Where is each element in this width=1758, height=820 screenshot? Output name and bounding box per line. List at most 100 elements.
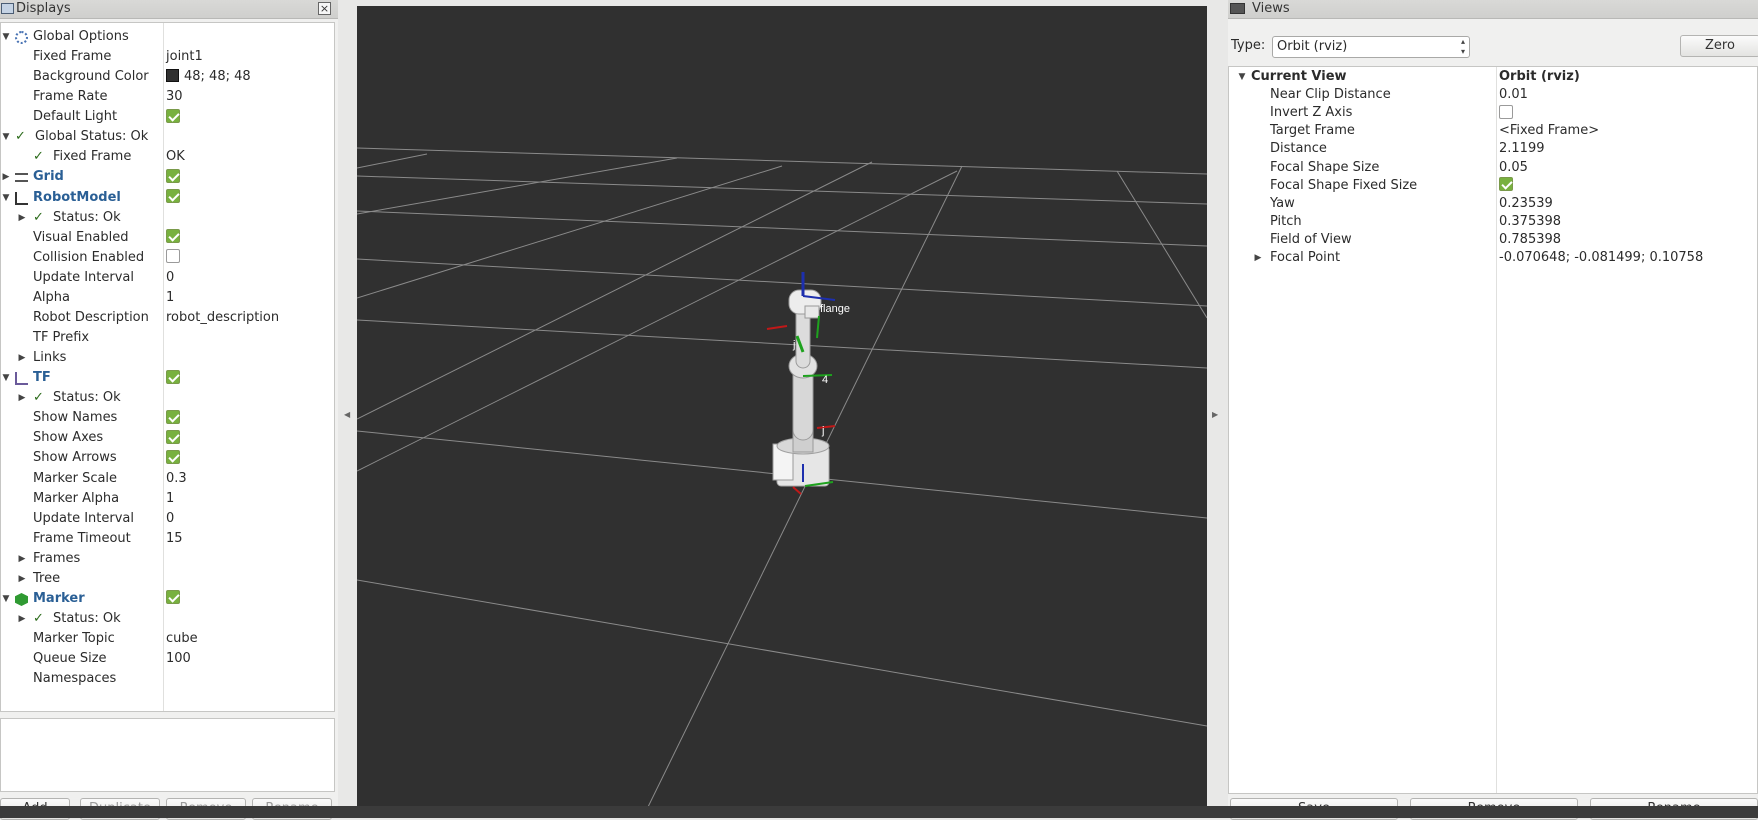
checkbox-checked[interactable] xyxy=(166,449,180,464)
checkbox-checked[interactable] xyxy=(166,189,180,204)
display-row-checkbox[interactable] xyxy=(166,368,180,388)
display-row[interactable]: ✓ Fixed Frame OK xyxy=(1,147,334,167)
checkbox-checked[interactable] xyxy=(166,369,180,384)
render-viewport[interactable]: flange j 4 j xyxy=(357,6,1207,809)
display-row[interactable]: ▶ ✓ Status: Ok xyxy=(1,388,334,408)
display-row-value[interactable]: 15 xyxy=(166,529,183,549)
checkbox-checked[interactable] xyxy=(1499,177,1513,192)
display-row[interactable]: ▼ ✓ Global Status: Ok xyxy=(1,127,334,147)
display-row[interactable]: TF Prefix xyxy=(1,328,334,348)
display-row-checkbox[interactable] xyxy=(166,248,180,268)
display-row-value[interactable]: 1 xyxy=(166,288,174,308)
expand-down-icon[interactable]: ▼ xyxy=(1,27,11,47)
display-row-value[interactable]: cube xyxy=(166,629,198,649)
display-row[interactable]: ▶ ✓ Status: Ok xyxy=(1,609,334,629)
collapse-left-icon[interactable]: ◀ xyxy=(344,410,350,419)
view-property-row[interactable]: Focal Shape Size 0.05 xyxy=(1229,159,1757,177)
expand-down-icon[interactable]: ▼ xyxy=(1237,68,1247,86)
view-property-row[interactable]: Invert Z Axis xyxy=(1229,104,1757,122)
expand-right-icon[interactable]: ▶ xyxy=(1253,249,1263,267)
zero-button[interactable]: Zero xyxy=(1680,35,1758,57)
expand-right-icon[interactable]: ▶ xyxy=(17,388,27,408)
display-row-checkbox[interactable] xyxy=(166,167,180,187)
display-row[interactable]: Visual Enabled xyxy=(1,228,334,248)
display-row-checkbox[interactable] xyxy=(166,589,180,609)
view-property-row[interactable]: ▶ Focal Point -0.070648; -0.081499; 0.1075… xyxy=(1229,249,1757,267)
view-property-row[interactable]: Near Clip Distance 0.01 xyxy=(1229,86,1757,104)
checkbox-checked[interactable] xyxy=(166,429,180,444)
display-row[interactable]: Fixed Frame joint1 xyxy=(1,47,334,67)
display-row[interactable]: ▼ TF xyxy=(1,368,334,388)
view-property-value[interactable]: 0.23539 xyxy=(1499,195,1553,213)
view-property-row[interactable]: ▼ Current View Orbit (rviz) xyxy=(1229,68,1757,86)
expand-right-icon[interactable]: ▶ xyxy=(17,609,27,629)
expand-right-icon[interactable]: ▶ xyxy=(17,549,27,569)
collapse-right-icon[interactable]: ▶ xyxy=(1212,410,1218,419)
display-row-checkbox[interactable] xyxy=(166,228,180,248)
view-property-checkbox[interactable] xyxy=(1499,104,1513,122)
view-property-checkbox[interactable] xyxy=(1499,177,1513,195)
display-row-value[interactable]: 0 xyxy=(166,509,174,529)
display-row[interactable]: Queue Size 100 xyxy=(1,649,334,669)
display-row[interactable]: Collision Enabled xyxy=(1,248,334,268)
color-swatch[interactable] xyxy=(166,69,179,83)
display-row[interactable]: Show Names xyxy=(1,408,334,428)
display-row[interactable]: Show Arrows xyxy=(1,448,334,468)
checkbox-checked[interactable] xyxy=(166,590,180,605)
display-row-value[interactable]: 1 xyxy=(166,489,174,509)
display-row[interactable]: ▶ Links xyxy=(1,348,334,368)
checkbox-checked[interactable] xyxy=(166,108,180,123)
display-row-value[interactable]: OK xyxy=(166,147,185,167)
display-row[interactable]: Alpha 1 xyxy=(1,288,334,308)
display-row[interactable]: Show Axes xyxy=(1,428,334,448)
display-row-value[interactable]: joint1 xyxy=(166,47,203,67)
display-row[interactable]: ▶ ✓ Status: Ok xyxy=(1,208,334,228)
close-icon[interactable]: × xyxy=(318,2,331,15)
display-row-value[interactable]: 0.3 xyxy=(166,469,187,489)
display-row-checkbox[interactable] xyxy=(166,408,180,428)
display-row-checkbox[interactable] xyxy=(166,188,180,208)
display-row[interactable]: Marker Alpha 1 xyxy=(1,489,334,509)
expand-down-icon[interactable]: ▼ xyxy=(1,188,11,208)
display-row[interactable]: Default Light xyxy=(1,107,334,127)
display-row[interactable]: Background Color 48; 48; 48 xyxy=(1,67,334,87)
checkbox-checked[interactable] xyxy=(166,409,180,424)
display-row[interactable]: ▶ Tree xyxy=(1,569,334,589)
checkbox-unchecked[interactable] xyxy=(1499,104,1513,119)
display-row[interactable]: Update Interval 0 xyxy=(1,509,334,529)
checkbox-unchecked[interactable] xyxy=(166,249,180,264)
display-row[interactable]: ▼ RobotModel xyxy=(1,188,334,208)
display-row[interactable]: Marker Scale 0.3 xyxy=(1,469,334,489)
expand-right-icon[interactable]: ▶ xyxy=(17,569,27,589)
display-row[interactable]: ▼ Global Options xyxy=(1,27,334,47)
view-property-value[interactable]: 0.01 xyxy=(1499,86,1528,104)
view-property-value[interactable]: 2.1199 xyxy=(1499,140,1545,158)
expand-down-icon[interactable]: ▼ xyxy=(1,368,11,388)
view-property-row[interactable]: Yaw 0.23539 xyxy=(1229,195,1757,213)
display-row-value[interactable]: 100 xyxy=(166,649,191,669)
display-row-value[interactable]: 0 xyxy=(166,268,174,288)
view-property-value[interactable]: 0.785398 xyxy=(1499,231,1561,249)
checkbox-checked[interactable] xyxy=(166,229,180,244)
display-row-checkbox[interactable] xyxy=(166,428,180,448)
view-type-select[interactable]: Orbit (rviz) ▴ ▾ xyxy=(1272,36,1470,58)
view-property-row[interactable]: Distance 2.1199 xyxy=(1229,140,1757,158)
display-row-value[interactable]: 48; 48; 48 xyxy=(166,67,251,87)
display-row-checkbox[interactable] xyxy=(166,107,180,127)
view-property-value[interactable]: 0.05 xyxy=(1499,159,1528,177)
expand-down-icon[interactable]: ▼ xyxy=(1,127,11,147)
display-row-checkbox[interactable] xyxy=(166,448,180,468)
display-row-value[interactable]: robot_description xyxy=(166,308,279,328)
expand-right-icon[interactable]: ▶ xyxy=(17,348,27,368)
display-row[interactable]: Frame Timeout 15 xyxy=(1,529,334,549)
view-property-row[interactable]: Focal Shape Fixed Size xyxy=(1229,177,1757,195)
display-row[interactable]: ▶ Frames xyxy=(1,549,334,569)
display-row[interactable]: Frame Rate 30 xyxy=(1,87,334,107)
display-row[interactable]: Marker Topic cube xyxy=(1,629,334,649)
render-scene[interactable]: flange j 4 j xyxy=(357,6,1207,809)
display-row[interactable]: Namespaces xyxy=(1,669,334,689)
display-row[interactable]: Update Interval 0 xyxy=(1,268,334,288)
view-property-value[interactable]: -0.070648; -0.081499; 0.10758 xyxy=(1499,249,1703,267)
display-row[interactable]: ▶ Grid xyxy=(1,167,334,187)
expand-right-icon[interactable]: ▶ xyxy=(1,167,11,187)
